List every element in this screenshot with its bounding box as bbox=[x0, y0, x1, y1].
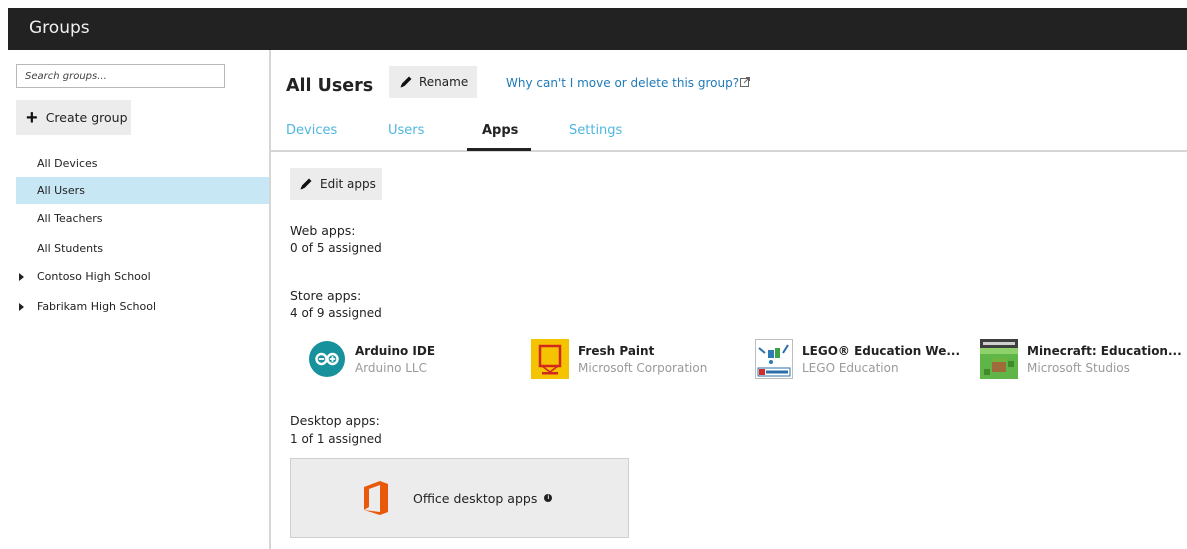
external-link-icon[interactable] bbox=[740, 77, 750, 87]
arduino-icon bbox=[309, 341, 345, 377]
tab-apps[interactable]: Apps bbox=[482, 123, 518, 138]
blade-title: Groups bbox=[29, 18, 90, 38]
web-apps-heading: Web apps: bbox=[290, 223, 356, 238]
office-desktop-apps-label: Office desktop apps bbox=[413, 490, 538, 506]
office-desktop-apps-tile[interactable]: Office desktop apps i bbox=[290, 458, 629, 538]
lego-education-icon bbox=[755, 339, 793, 379]
fresh-paint-icon bbox=[531, 339, 569, 379]
search-input[interactable] bbox=[16, 64, 225, 88]
store-apps-heading: Store apps: bbox=[290, 288, 362, 303]
desktop-apps-count: 1 of 1 assigned bbox=[290, 432, 382, 446]
sidebar-item-label: All Students bbox=[37, 242, 104, 255]
page-title: All Users bbox=[286, 76, 374, 96]
tab-devices[interactable]: Devices bbox=[286, 123, 337, 138]
store-app-arduino[interactable]: Arduino IDE Arduino LLC bbox=[308, 339, 435, 379]
tab-users[interactable]: Users bbox=[388, 123, 424, 138]
edit-apps-button[interactable]: Edit apps bbox=[290, 168, 382, 200]
sidebar-item-label: Fabrikam High School bbox=[37, 300, 157, 313]
sidebar-item-fabrikam-high-school[interactable]: Fabrikam High School bbox=[16, 293, 270, 320]
top-bar: Groups bbox=[8, 8, 1187, 50]
store-app-fresh-paint[interactable]: Fresh Paint Microsoft Corporation bbox=[531, 339, 707, 379]
app-publisher: Arduino LLC bbox=[355, 360, 427, 375]
why-cant-move-link[interactable]: Why can't I move or delete this group? bbox=[506, 76, 739, 90]
sidebar-item-all-users[interactable]: All Users bbox=[16, 177, 270, 204]
app-publisher: LEGO Education bbox=[802, 360, 899, 375]
expand-caret-icon[interactable] bbox=[19, 302, 24, 311]
app-name: Arduino IDE bbox=[355, 343, 436, 358]
sidebar-item-contoso-high-school[interactable]: Contoso High School bbox=[16, 263, 270, 290]
office-icon bbox=[364, 481, 388, 515]
sidebar-item-label: All Users bbox=[37, 184, 85, 197]
web-apps-count: 0 of 5 assigned bbox=[290, 241, 382, 255]
create-group-button[interactable]: + Create group bbox=[16, 100, 131, 135]
plus-icon: + bbox=[26, 106, 38, 129]
tab-settings[interactable]: Settings bbox=[569, 123, 622, 138]
store-app-minecraft[interactable]: Minecraft: Education... Microsoft Studio… bbox=[980, 339, 1182, 379]
groups-sidebar: + Create group All Devices All Users All… bbox=[8, 50, 270, 549]
sidebar-item-all-teachers[interactable]: All Teachers bbox=[16, 205, 270, 232]
rename-label: Rename bbox=[419, 75, 469, 89]
active-tab-indicator bbox=[467, 148, 531, 151]
store-app-lego-education[interactable]: LEGO® Education We... LEGO Education bbox=[755, 339, 960, 379]
info-icon[interactable]: i bbox=[544, 494, 553, 502]
group-detail-pane: All Users Rename Why can't I move or del… bbox=[271, 50, 1187, 549]
app-name: Fresh Paint bbox=[578, 343, 655, 358]
expand-caret-icon[interactable] bbox=[19, 272, 24, 281]
pencil-icon bbox=[400, 76, 412, 88]
app-name: LEGO® Education We... bbox=[802, 343, 961, 358]
desktop-apps-heading: Desktop apps: bbox=[290, 413, 380, 428]
sidebar-item-all-students[interactable]: All Students bbox=[16, 235, 270, 262]
edit-apps-label: Edit apps bbox=[320, 177, 376, 191]
sidebar-item-label: All Devices bbox=[37, 157, 98, 170]
app-publisher: Microsoft Studios bbox=[1027, 360, 1130, 375]
minecraft-icon bbox=[980, 339, 1018, 379]
rename-button[interactable]: Rename bbox=[389, 66, 477, 98]
tabs-divider bbox=[271, 150, 1187, 152]
create-group-label: Create group bbox=[45, 110, 128, 125]
sidebar-item-all-devices[interactable]: All Devices bbox=[16, 150, 270, 177]
sidebar-item-label: Contoso High School bbox=[37, 270, 151, 283]
pencil-icon bbox=[300, 178, 312, 190]
app-name: Minecraft: Education... bbox=[1027, 343, 1182, 358]
app-publisher: Microsoft Corporation bbox=[578, 360, 708, 375]
sidebar-item-label: All Teachers bbox=[37, 212, 103, 225]
store-apps-count: 4 of 9 assigned bbox=[290, 306, 382, 320]
